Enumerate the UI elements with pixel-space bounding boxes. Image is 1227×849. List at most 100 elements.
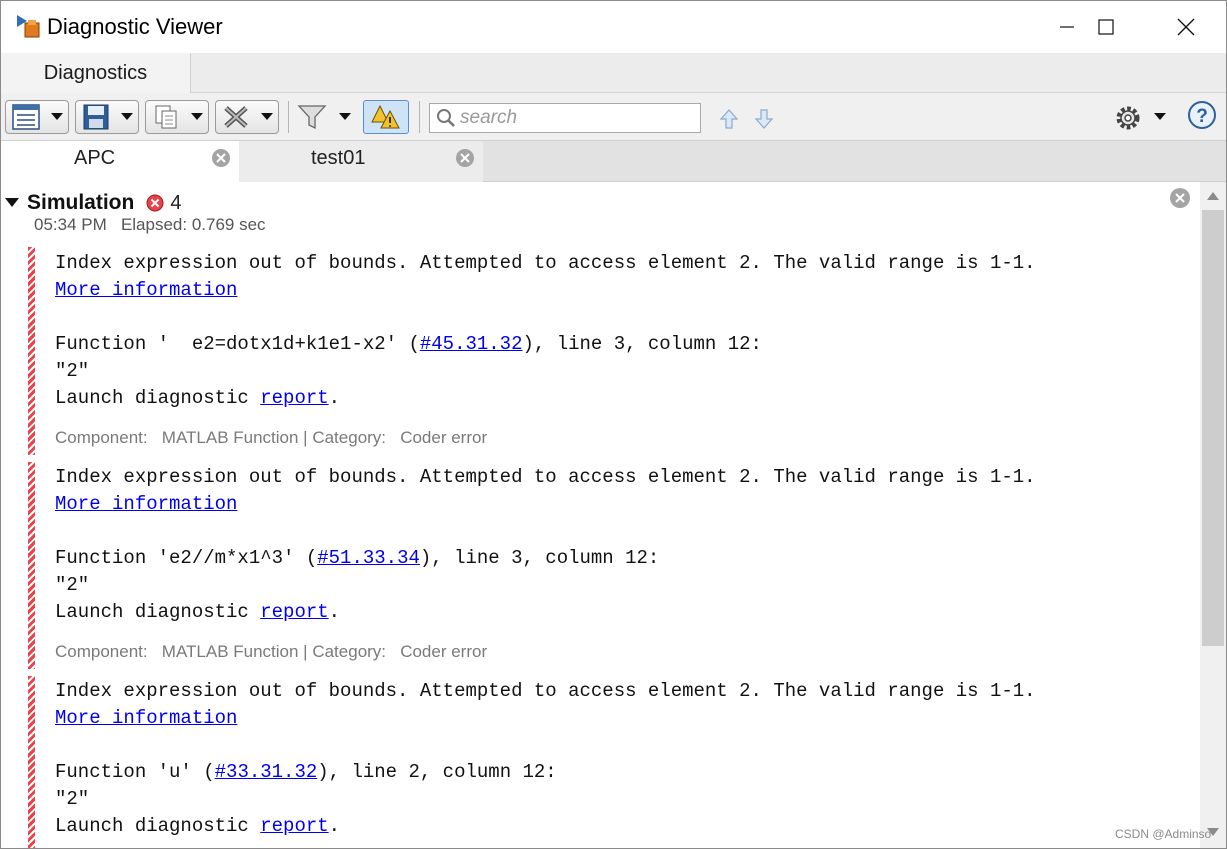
tab-apc[interactable]: APC xyxy=(1,141,239,182)
app-icon xyxy=(17,15,40,38)
more-information-link[interactable]: More information xyxy=(55,707,237,729)
maximize-button[interactable] xyxy=(1066,1,1146,53)
gear-icon[interactable] xyxy=(1115,105,1141,131)
tab-close-icon[interactable] xyxy=(211,148,231,168)
maximize-icon xyxy=(1098,19,1114,35)
launch-line: Launch diagnostic report. xyxy=(55,386,340,410)
search-input[interactable] xyxy=(460,107,690,129)
list-view-icon xyxy=(12,104,40,130)
diagnostic-item: Index expression out of bounds. Attempte… xyxy=(28,462,1188,669)
function-link[interactable]: #51.33.34 xyxy=(317,547,420,569)
function-location: ), line 3, column 12: xyxy=(419,547,660,569)
diagnostic-value: "2" xyxy=(55,788,90,810)
diagnostic-message: Index expression out of bounds. Attempte… xyxy=(55,466,1036,488)
launch-text: Launch diagnostic xyxy=(55,601,261,623)
diagnostic-value: "2" xyxy=(55,360,90,382)
function-line: Function 'u' (#33.31.32), line 2, column… xyxy=(55,760,557,784)
close-icon xyxy=(1177,18,1195,36)
simulation-title: Simulation xyxy=(27,191,135,214)
document-tabs: APC test01 xyxy=(1,141,1226,182)
search-box[interactable] xyxy=(429,103,701,133)
tab-label: test01 xyxy=(311,147,366,169)
more-information-link[interactable]: More information xyxy=(55,493,237,515)
function-link[interactable]: #33.31.32 xyxy=(215,761,318,783)
help-icon[interactable]: ? xyxy=(1187,100,1217,130)
component-category: Component: MATLAB Function | Category: C… xyxy=(55,642,488,661)
component-category: Component: MATLAB Function | Category: C… xyxy=(55,428,488,447)
tab-test01[interactable]: test01 xyxy=(239,141,483,182)
report-link[interactable]: report xyxy=(260,815,328,837)
diagnostic-message: Index expression out of bounds. Attempte… xyxy=(55,680,1036,702)
ribbon-tab-diagnostics[interactable]: Diagnostics xyxy=(1,53,191,93)
function-line: Function ' e2=dotx1d+k1e1-x2' (#45.31.32… xyxy=(55,332,762,356)
more-information-link[interactable]: More information xyxy=(55,279,237,301)
toolbar-divider xyxy=(419,101,420,133)
copy-dropdown[interactable] xyxy=(145,100,209,134)
vertical-scrollbar[interactable] xyxy=(1200,182,1226,848)
caret-down-icon xyxy=(339,113,351,120)
launch-period: . xyxy=(328,387,341,409)
clear-icon xyxy=(224,106,248,128)
simulation-meta: 05:34 PM Elapsed: 0.769 sec xyxy=(34,215,266,235)
caret-down-icon xyxy=(51,113,63,120)
clear-dropdown[interactable] xyxy=(215,100,279,134)
scroll-up-icon[interactable] xyxy=(1204,188,1222,204)
launch-period: . xyxy=(328,601,341,623)
save-dropdown[interactable] xyxy=(75,100,139,134)
arrow-down-icon xyxy=(754,109,774,129)
error-icon xyxy=(146,194,164,212)
error-stripe xyxy=(28,676,35,848)
window-title: Diagnostic Viewer xyxy=(47,14,223,39)
watermark: CSDN @Adminso xyxy=(1115,827,1212,841)
launch-line: Launch diagnostic report. xyxy=(55,814,340,838)
diagnostic-item: Index expression out of bounds. Attempte… xyxy=(28,676,1188,848)
arrow-up-icon xyxy=(719,109,739,129)
next-button[interactable] xyxy=(752,107,776,131)
caret-down-icon xyxy=(121,113,133,120)
view-mode-dropdown[interactable] xyxy=(5,100,69,134)
svg-text:?: ? xyxy=(1196,106,1208,127)
diagnostic-item: Index expression out of bounds. Attempte… xyxy=(28,247,1188,455)
launch-line: Launch diagnostic report. xyxy=(55,600,340,624)
title-bar: Diagnostic Viewer xyxy=(1,1,1226,53)
search-icon xyxy=(437,109,455,127)
diagnostic-viewer-window: Diagnostic Viewer Diagnostics ? search A… xyxy=(0,0,1227,849)
diagnostics-content: Simulation 4 05:34 PM Elapsed: 0.769 sec… xyxy=(1,182,1198,848)
collapse-triangle-icon[interactable] xyxy=(5,198,19,208)
function-text: Function 'u' ( xyxy=(55,761,215,783)
function-text: Function ' e2=dotx1d+k1e1-x2' ( xyxy=(55,333,420,355)
launch-text: Launch diagnostic xyxy=(55,387,261,409)
simulation-elapsed: Elapsed: 0.769 sec xyxy=(120,215,266,234)
caret-down-icon xyxy=(261,113,273,120)
toolbar-divider xyxy=(288,101,289,133)
error-stripe xyxy=(28,462,35,669)
save-icon xyxy=(83,104,109,130)
filter-icon xyxy=(297,105,327,130)
function-location: ), line 3, column 12: xyxy=(522,333,762,355)
function-link[interactable]: #45.31.32 xyxy=(420,333,523,355)
previous-button[interactable] xyxy=(717,107,741,131)
simulation-header[interactable]: Simulation 4 xyxy=(5,190,181,216)
settings-caret-icon[interactable] xyxy=(1154,113,1166,121)
function-location: ), line 2, column 12: xyxy=(317,761,557,783)
report-link[interactable]: report xyxy=(260,601,328,623)
simulation-time: 05:34 PM xyxy=(34,215,107,234)
ribbon-strip: Diagnostics xyxy=(1,53,1226,93)
copy-icon xyxy=(155,105,177,129)
launch-period: . xyxy=(328,815,341,837)
close-window-button[interactable] xyxy=(1146,1,1226,53)
diagnostic-message: Index expression out of bounds. Attempte… xyxy=(55,252,1036,274)
function-text: Function 'e2//m*x1^3' ( xyxy=(55,547,318,569)
diagnostic-value: "2" xyxy=(55,574,90,596)
error-count: 4 xyxy=(170,191,182,214)
filter-dropdown[interactable] xyxy=(297,100,357,134)
caret-down-icon xyxy=(191,113,203,120)
warning-toggle-icon xyxy=(371,104,400,129)
report-link[interactable]: report xyxy=(260,387,328,409)
tab-close-icon[interactable] xyxy=(455,148,475,168)
warnings-toggle-button[interactable] xyxy=(363,100,409,134)
tab-label: APC xyxy=(74,147,116,169)
close-section-icon[interactable] xyxy=(1169,187,1191,209)
function-line: Function 'e2//m*x1^3' (#51.33.34), line … xyxy=(55,546,659,570)
scrollbar-thumb[interactable] xyxy=(1202,210,1224,646)
